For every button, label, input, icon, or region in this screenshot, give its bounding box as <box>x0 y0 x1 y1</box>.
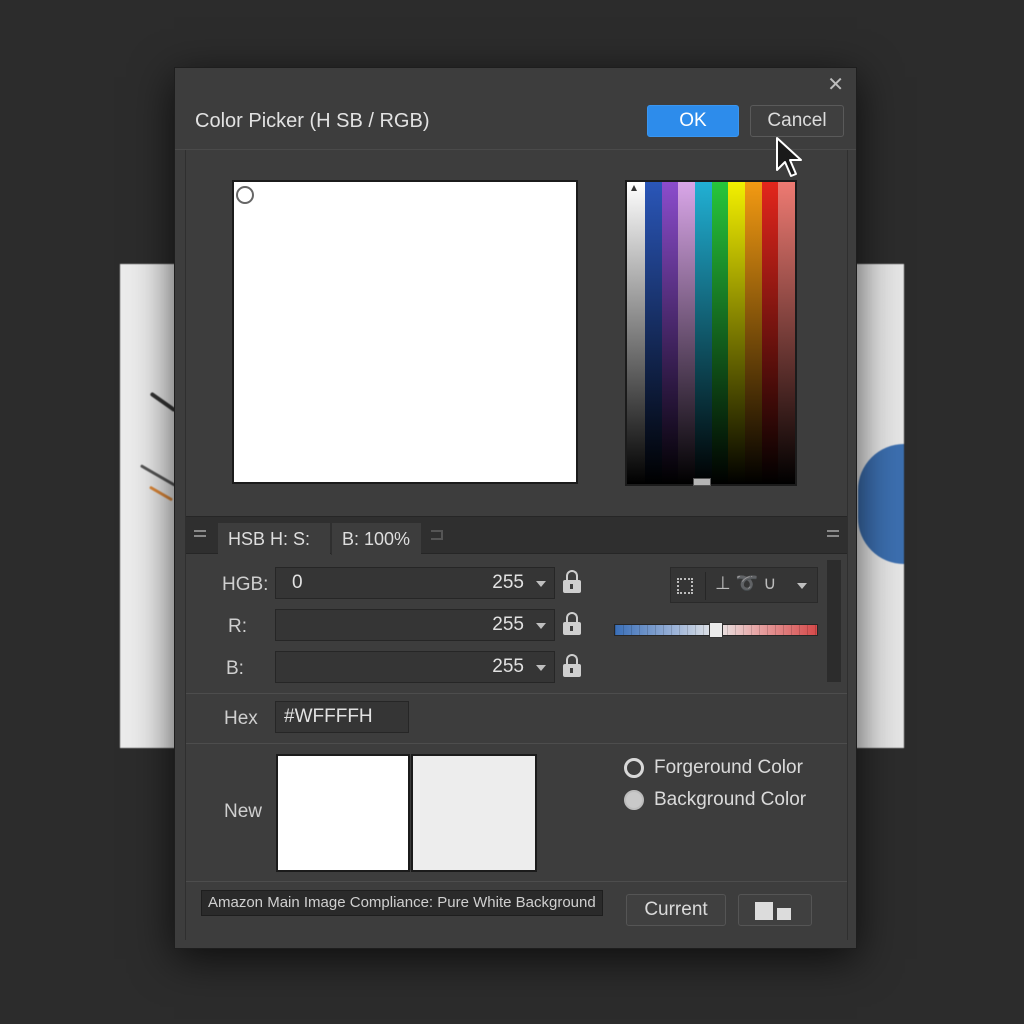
row-label-b: B: <box>226 658 244 679</box>
divider <box>186 881 847 882</box>
divider <box>186 743 847 744</box>
tab-expand-icon[interactable] <box>431 530 443 540</box>
swatch-small-icon <box>777 908 791 920</box>
lock-icon[interactable] <box>562 570 582 594</box>
spectrum-strip[interactable] <box>645 182 662 484</box>
chevron-down-icon[interactable] <box>797 583 807 589</box>
compliance-label: Amazon Main Image Compliance: Pure White… <box>201 890 603 916</box>
hex-value: #WFFFFH <box>284 706 373 727</box>
swatch-large-icon <box>755 902 773 920</box>
radio-unselected-icon[interactable] <box>624 790 644 810</box>
spectrum-strip[interactable] <box>695 182 712 484</box>
hex-label: Hex <box>224 708 258 729</box>
hgb-value: 255 <box>492 572 524 593</box>
b-value: 255 <box>492 656 524 677</box>
r-value: 255 <box>492 614 524 635</box>
spectrum-slider-handle[interactable] <box>693 478 711 486</box>
spectrum-strip[interactable] <box>778 182 796 484</box>
r-field[interactable]: 255 <box>275 609 555 641</box>
b-field[interactable]: 255 <box>275 651 555 683</box>
hue-spectrum[interactable] <box>625 180 797 486</box>
row-label-r: R: <box>228 616 247 637</box>
color-balance-slider[interactable] <box>614 622 818 638</box>
dialog-header: Color Picker (H SB / RGB) OK Cancel <box>175 96 856 150</box>
new-label: New <box>224 801 263 822</box>
chevron-down-icon[interactable] <box>536 581 546 587</box>
saturation-brightness-field[interactable] <box>232 180 578 484</box>
radio-selected-icon[interactable] <box>624 758 644 778</box>
lock-icon[interactable] <box>562 612 582 636</box>
panel-menu-icon[interactable] <box>827 530 839 532</box>
row-label-hgb: HGB: <box>222 574 269 595</box>
hgb-left-value: 0 <box>292 572 303 593</box>
chevron-down-icon[interactable] <box>536 623 546 629</box>
spectrum-strip[interactable] <box>627 182 645 484</box>
spectrum-strip[interactable] <box>678 182 696 484</box>
current-button[interactable]: Current <box>626 894 726 926</box>
spectrum-strip[interactable] <box>661 182 679 484</box>
ok-button[interactable]: OK <box>647 105 739 137</box>
cancel-button[interactable]: Cancel <box>750 105 844 137</box>
chevron-down-icon[interactable] <box>536 665 546 671</box>
marquee-icon[interactable] <box>677 578 693 594</box>
spectrum-strip[interactable] <box>728 182 746 484</box>
dialog-title: Color Picker (H SB / RGB) <box>195 110 430 132</box>
tab-brightness[interactable]: B: 100% <box>331 523 421 555</box>
swatch-toggle-button[interactable] <box>738 894 812 926</box>
slider-thumb[interactable] <box>709 622 723 638</box>
lock-icon[interactable] <box>562 654 582 678</box>
divider <box>186 693 847 694</box>
grip-icon <box>194 530 206 532</box>
mode-tabbar: HSB H: S: B: 100% <box>186 516 847 555</box>
close-icon[interactable]: ✕ <box>827 72 844 97</box>
spectrum-strip[interactable] <box>711 182 729 484</box>
spectrum-top-marker <box>631 185 637 191</box>
current-color-swatch[interactable] <box>411 754 537 872</box>
color-marker[interactable] <box>236 186 254 204</box>
color-picker-dialog: ✕ Color Picker (H SB / RGB) OK Cancel HS… <box>174 67 857 949</box>
hgb-field[interactable]: 0 255 <box>275 567 555 599</box>
dialog-body: HSB H: S: B: 100% HGB: 0 255 R: 255 B: 2… <box>185 150 848 940</box>
scrollbar[interactable] <box>827 560 841 682</box>
spectrum-strip[interactable] <box>761 182 779 484</box>
spectrum-strip[interactable] <box>745 182 762 484</box>
tool-options-dropdown[interactable]: ⊥ ➰ ∪ <box>670 567 818 603</box>
eyedropper-tools-icon[interactable]: ⊥ ➰ ∪ <box>715 573 776 594</box>
new-color-swatch[interactable] <box>276 754 410 872</box>
hex-input[interactable]: #WFFFFH <box>275 701 409 733</box>
tab-hsb[interactable]: HSB H: S: <box>218 523 330 555</box>
